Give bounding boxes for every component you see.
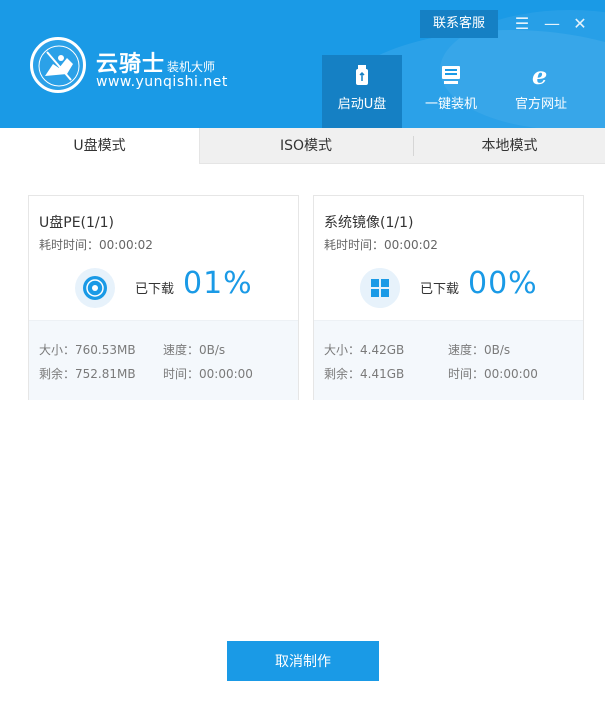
close-icon[interactable]: ✕ bbox=[566, 10, 594, 38]
nav-official-site[interactable]: e 官方网址 bbox=[501, 55, 581, 128]
tab-iso-mode[interactable]: ISO模式 bbox=[200, 128, 412, 164]
menu-icon[interactable]: ☰ bbox=[508, 10, 536, 38]
download-percent: 01% bbox=[183, 266, 253, 301]
remaining-value: 剩余：752.81MB bbox=[39, 367, 136, 381]
elapsed-time: 耗时时间：00:00:02 bbox=[39, 238, 153, 252]
size-value: 大小：4.42GB bbox=[324, 343, 405, 357]
download-status: 已下载 bbox=[135, 282, 175, 297]
elapsed-time: 耗时时间：00:00:02 bbox=[324, 238, 438, 252]
svg-text:e: e bbox=[532, 63, 547, 87]
windows-icon bbox=[360, 268, 400, 308]
download-percent: 00% bbox=[468, 266, 538, 301]
speed-value: 速度：0B/s bbox=[448, 343, 511, 357]
ie-browser-icon: e bbox=[529, 61, 553, 90]
card-stats: 大小：4.42GB 速度：0B/s 剩余：4.41GB 时间：00:00:00 bbox=[314, 320, 583, 400]
disc-icon bbox=[75, 268, 115, 308]
nav-label: 启动U盘 bbox=[337, 97, 387, 112]
size-value: 大小：760.53MB bbox=[39, 343, 136, 357]
speed-value: 速度：0B/s bbox=[163, 343, 226, 357]
nav-boot-usb[interactable]: 启动U盘 bbox=[322, 55, 402, 128]
brand-subtitle: 装机大师 bbox=[167, 60, 216, 74]
nav-one-click-install[interactable]: 一键装机 bbox=[411, 55, 491, 128]
time-value: 时间：00:00:00 bbox=[448, 367, 538, 381]
card-title: U盘PE(1/1) bbox=[39, 215, 114, 231]
cancel-create-button[interactable]: 取消制作 bbox=[227, 641, 379, 681]
monitor-icon bbox=[439, 63, 463, 87]
download-card-image: 系统镜像(1/1) 耗时时间：00:00:02 已下载 00% 大小：4.42G… bbox=[313, 195, 584, 400]
app-header: 云骑士 装机大师 www.yunqishi.net 联系客服 ☰ — ✕ 启动U盘… bbox=[0, 0, 605, 128]
nav-label: 官方网址 bbox=[514, 97, 567, 112]
remaining-value: 剩余：4.41GB bbox=[324, 367, 405, 381]
brand-url: www.yunqishi.net bbox=[96, 74, 228, 90]
download-status: 已下载 bbox=[420, 282, 460, 297]
time-value: 时间：00:00:00 bbox=[163, 367, 253, 381]
card-stats: 大小：760.53MB 速度：0B/s 剩余：752.81MB 时间：00:00… bbox=[29, 320, 298, 400]
download-card-pe: U盘PE(1/1) 耗时时间：00:00:02 已下载 01% 大小：760.5… bbox=[28, 195, 299, 400]
tab-local-mode[interactable]: 本地模式 bbox=[414, 128, 605, 164]
contact-support-button[interactable]: 联系客服 bbox=[420, 10, 498, 38]
card-title: 系统镜像(1/1) bbox=[324, 215, 414, 231]
knight-logo-icon bbox=[30, 37, 86, 93]
nav-label: 一键装机 bbox=[424, 97, 477, 112]
minimize-icon[interactable]: — bbox=[538, 10, 566, 38]
tab-usb-mode[interactable]: U盘模式 bbox=[0, 128, 200, 164]
usb-drive-icon bbox=[350, 63, 374, 87]
mode-tabs: U盘模式 ISO模式 本地模式 bbox=[0, 128, 605, 164]
